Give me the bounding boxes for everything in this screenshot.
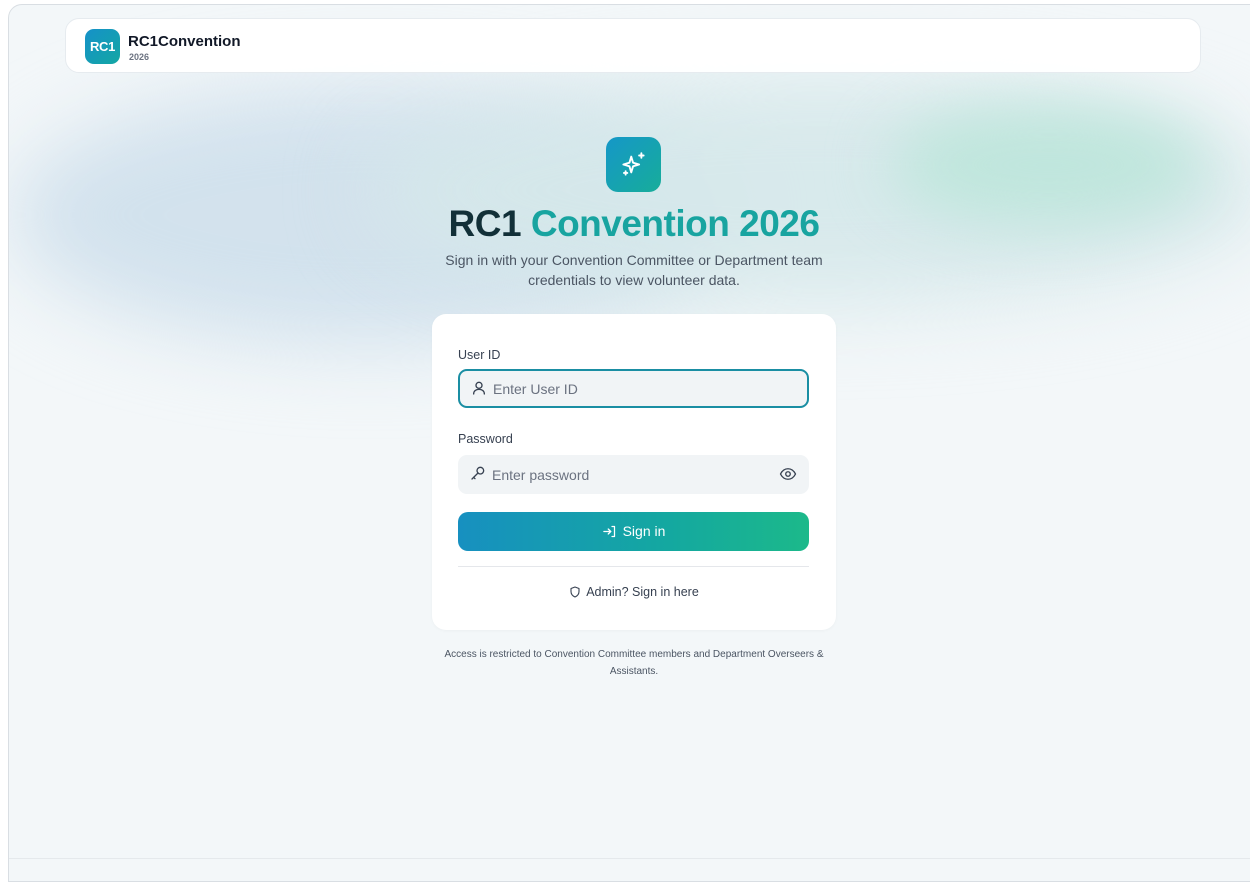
logo-badge[interactable]: RC1	[85, 29, 120, 64]
admin-signin-link[interactable]: Admin? Sign in here	[432, 585, 836, 599]
admin-link-label: Admin? Sign in here	[586, 585, 699, 599]
sign-in-label: Sign in	[622, 523, 666, 539]
card-divider	[458, 566, 809, 567]
page-subtitle: Sign in with your Convention Committee o…	[445, 252, 823, 288]
user-id-field[interactable]	[458, 369, 809, 408]
sign-in-button[interactable]: Sign in	[458, 512, 809, 551]
login-card: User ID Password	[432, 314, 836, 630]
password-field[interactable]	[458, 455, 809, 494]
sign-in-icon	[602, 525, 615, 538]
password-label: Password	[458, 432, 513, 446]
shield-icon	[570, 586, 580, 598]
page-title: RC1 Convention 2026	[9, 202, 1250, 246]
app-frame: RC1 RC1Convention 2026 RC1 Convention 20…	[8, 4, 1250, 882]
bottom-divider	[9, 858, 1250, 859]
user-id-label: User ID	[458, 348, 501, 362]
user-id-input[interactable]	[493, 371, 773, 406]
sparkles-icon	[606, 137, 661, 192]
user-icon	[473, 381, 485, 395]
access-note: Access is restricted to Convention Commi…	[444, 649, 824, 677]
password-input[interactable]	[492, 455, 772, 494]
title-prefix: RC1	[448, 203, 522, 244]
key-icon	[471, 466, 485, 480]
brand-name[interactable]: RC1Convention	[128, 33, 241, 50]
top-navbar: RC1 RC1Convention 2026	[65, 18, 1201, 73]
title-accent: Convention 2026	[530, 203, 820, 244]
brand-year: 2026	[129, 52, 150, 62]
eye-icon[interactable]	[779, 465, 797, 483]
